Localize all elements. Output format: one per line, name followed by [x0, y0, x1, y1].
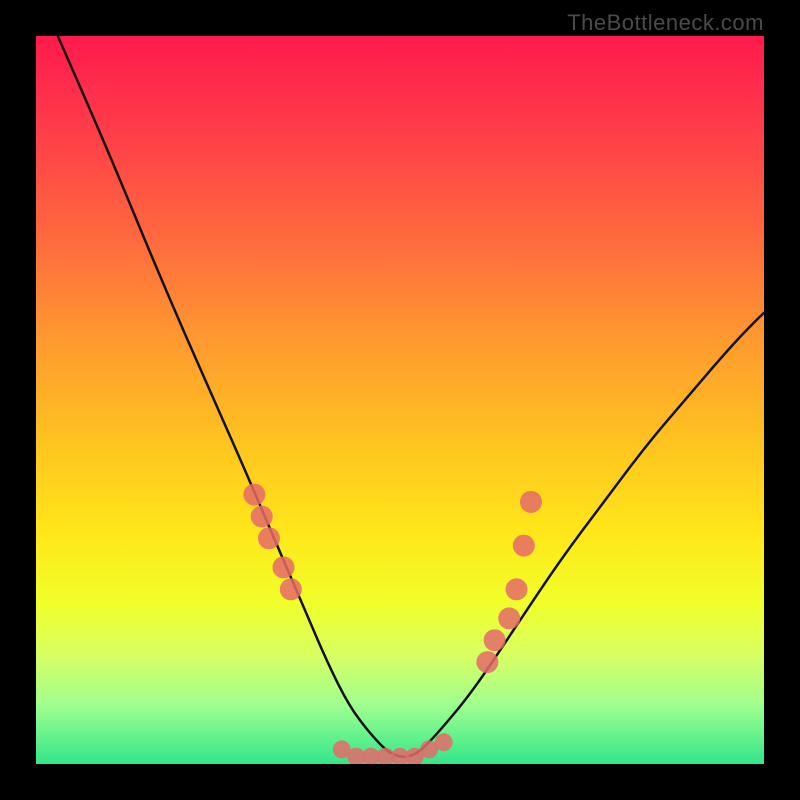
data-marker [520, 491, 542, 513]
data-marker [251, 506, 273, 528]
data-marker [243, 484, 265, 506]
data-marker [506, 578, 528, 600]
data-marker [498, 607, 520, 629]
data-marker [476, 651, 498, 673]
data-marker [273, 556, 295, 578]
marker-group [243, 484, 542, 764]
data-marker [280, 578, 302, 600]
bottleneck-curve-path [58, 36, 764, 757]
data-marker [258, 527, 280, 549]
chart-stage: TheBottleneck.com [0, 0, 800, 800]
data-marker [484, 629, 506, 651]
plot-area [36, 36, 764, 764]
data-marker [435, 733, 453, 751]
data-marker [513, 535, 535, 557]
watermark-text: TheBottleneck.com [567, 10, 764, 36]
chart-svg [36, 36, 764, 764]
